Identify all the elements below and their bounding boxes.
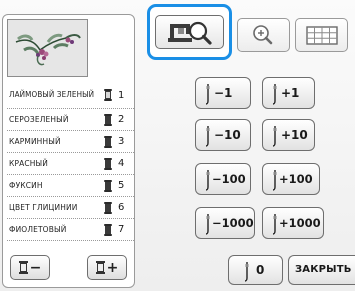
color-number: 2 <box>118 114 125 125</box>
color-number: 6 <box>118 202 125 213</box>
close-button[interactable]: ЗАКРЫТЬ <box>288 255 355 285</box>
button-label: −10 <box>214 128 241 142</box>
thread-spool-icon <box>95 261 105 274</box>
minus-sign: − <box>29 259 42 276</box>
decrease-1000-button[interactable]: −1000 <box>195 207 255 239</box>
color-row[interactable]: СЕРОЗЕЛЕНЫЙ 2 <box>7 109 134 131</box>
tab-view-settings[interactable] <box>147 4 232 60</box>
color-row[interactable]: ФУКСИН 5 <box>7 175 134 197</box>
previous-color-button[interactable]: − <box>10 255 50 280</box>
zoom-in-icon <box>253 25 273 45</box>
color-name: ЦВЕТ ГЛИЦИНИИ <box>9 202 78 212</box>
button-label: ЗАКРЫТЬ <box>295 264 352 275</box>
button-label: −1 <box>214 86 233 100</box>
decrease-10-button[interactable]: −10 <box>195 119 251 151</box>
reset-zero-button[interactable]: 0 <box>228 255 283 285</box>
thread-spool-icon <box>104 157 112 170</box>
thread-spool-icon <box>104 201 112 214</box>
next-color-button[interactable]: + <box>87 255 127 280</box>
decrease-100-button[interactable]: −100 <box>195 163 251 195</box>
tab-grid[interactable] <box>295 18 348 52</box>
increase-100-button[interactable]: +100 <box>262 163 320 195</box>
color-number: 1 <box>118 89 125 101</box>
color-number: 3 <box>118 136 125 147</box>
sewing-machine-zoom-icon <box>168 21 212 45</box>
thread-spool-icon <box>104 179 112 192</box>
button-label: −100 <box>212 172 246 186</box>
decrease-1-button[interactable]: −1 <box>195 77 251 109</box>
needle-icon <box>205 126 210 147</box>
thread-spool-icon <box>104 89 112 101</box>
embroidery-design-image <box>8 20 87 76</box>
plus-sign: + <box>106 259 119 276</box>
button-label: −1000 <box>212 216 254 230</box>
thread-color-screen: ЛАЙМОВЫЙ ЗЕЛЕНЫЙ 1 СЕРОЗЕЛЕНЫЙ 2 КАРМИНН… <box>0 0 355 291</box>
color-number: 7 <box>118 224 125 235</box>
color-name: КРАСНЫЙ <box>9 158 48 168</box>
increase-1-button[interactable]: +1 <box>262 77 315 109</box>
needle-icon <box>272 126 277 147</box>
tab-zoom[interactable] <box>237 18 290 52</box>
thread-spool-icon <box>104 135 112 148</box>
color-name: КАРМИННЫЙ <box>9 136 61 146</box>
increase-1000-button[interactable]: +1000 <box>262 207 324 239</box>
increase-10-button[interactable]: +10 <box>262 119 315 151</box>
color-row[interactable]: ЛАЙМОВЫЙ ЗЕЛЕНЫЙ 1 <box>7 82 134 109</box>
button-label: +100 <box>279 172 313 186</box>
color-row[interactable]: ФИОЛЕТОВЫЙ 7 <box>7 219 134 241</box>
thread-spool-icon <box>18 261 28 274</box>
color-number: 4 <box>118 158 125 169</box>
needle-icon <box>205 84 210 105</box>
button-label: +1000 <box>279 216 321 230</box>
thread-spool-icon <box>104 113 112 126</box>
color-row[interactable]: КАРМИННЫЙ 3 <box>7 131 134 153</box>
button-label: +1 <box>281 86 300 100</box>
color-name: ФИОЛЕТОВЫЙ <box>9 224 67 234</box>
color-row[interactable]: КРАСНЫЙ 4 <box>7 153 134 175</box>
color-list: ЛАЙМОВЫЙ ЗЕЛЕНЫЙ 1 СЕРОЗЕЛЕНЫЙ 2 КАРМИНН… <box>7 82 134 241</box>
needle-icon <box>272 84 277 105</box>
embroidery-preview <box>7 19 88 77</box>
thread-spool-icon <box>104 223 112 236</box>
button-label: 0 <box>256 263 265 277</box>
color-name: СЕРОЗЕЛЕНЫЙ <box>9 114 69 124</box>
color-number: 5 <box>118 180 125 191</box>
color-name: ФУКСИН <box>9 180 43 190</box>
grid-icon <box>306 26 338 45</box>
color-name: ЛАЙМОВЫЙ ЗЕЛЕНЫЙ <box>9 89 95 99</box>
view-tab-button[interactable] <box>155 15 224 49</box>
needle-icon <box>244 262 249 282</box>
color-row[interactable]: ЦВЕТ ГЛИЦИНИИ 6 <box>7 197 134 219</box>
button-label: +10 <box>281 128 308 142</box>
color-sequence-panel: ЛАЙМОВЫЙ ЗЕЛЕНЫЙ 1 СЕРОЗЕЛЕНЫЙ 2 КАРМИНН… <box>2 14 135 288</box>
